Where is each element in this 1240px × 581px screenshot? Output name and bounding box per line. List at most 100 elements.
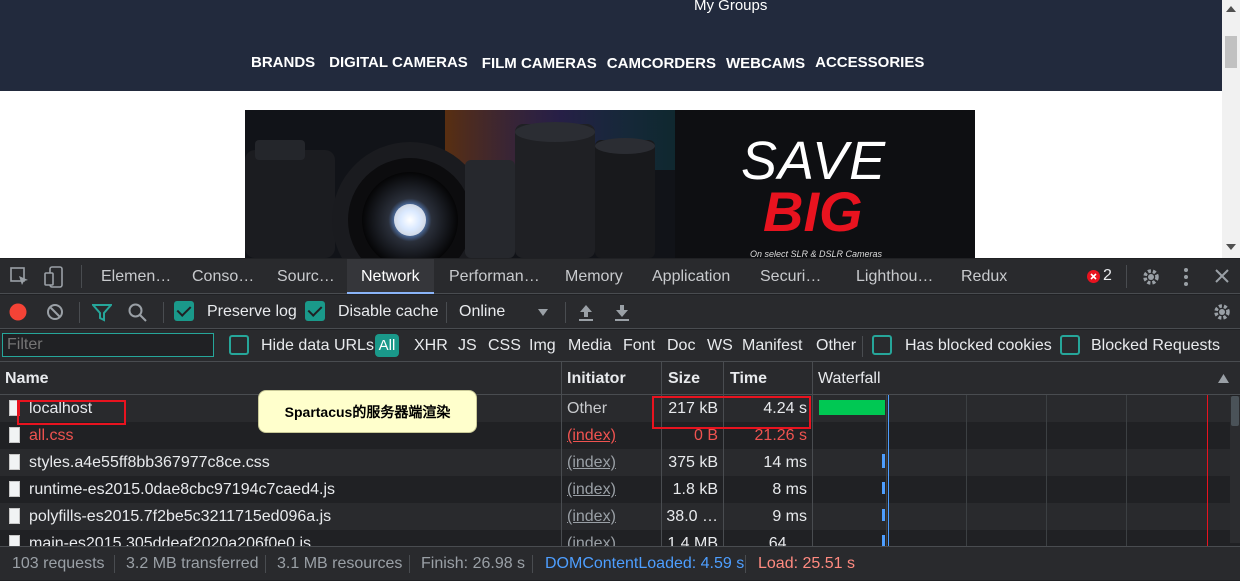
type-filter-manifest[interactable]: Manifest xyxy=(742,337,802,355)
type-filter-doc[interactable]: Doc xyxy=(667,337,695,355)
tab-redux[interactable]: Redux xyxy=(961,259,1007,294)
disable-cache-label[interactable]: Disable cache xyxy=(338,303,439,321)
type-filter-all[interactable]: All xyxy=(375,334,399,357)
has-blocked-cookies-label[interactable]: Has blocked cookies xyxy=(905,337,1052,355)
type-filter-js[interactable]: JS xyxy=(458,337,477,355)
file-icon xyxy=(9,535,20,546)
cell-initiator[interactable]: (index) xyxy=(567,449,655,476)
disable-cache-checkbox[interactable] xyxy=(305,301,325,321)
network-settings-gear-icon[interactable] xyxy=(1212,302,1232,322)
waterfall-gridline xyxy=(966,395,967,546)
nav-digital-cameras[interactable]: DIGITAL CAMERAS xyxy=(329,54,468,71)
blocked-requests-label[interactable]: Blocked Requests xyxy=(1091,337,1220,355)
blocked-requests-checkbox[interactable] xyxy=(1060,335,1080,355)
dropdown-caret-icon[interactable] xyxy=(538,309,548,316)
network-status-bar: 103 requests 3.2 MB transferred 3.1 MB r… xyxy=(0,546,1240,580)
banner-subline: On select SLR & DSLR Cameras xyxy=(750,249,883,258)
tab-sources[interactable]: Sourc… xyxy=(277,259,335,294)
type-filter-font[interactable]: Font xyxy=(623,337,655,355)
filter-funnel-icon[interactable] xyxy=(92,304,112,322)
cell-initiator[interactable]: (index) xyxy=(567,476,655,503)
has-blocked-cookies-checkbox[interactable] xyxy=(872,335,892,355)
status-separator xyxy=(114,555,115,573)
table-scrollbar[interactable] xyxy=(1230,396,1240,543)
annotation-highlight-localhost xyxy=(17,400,126,425)
more-options-icon[interactable] xyxy=(1183,267,1189,287)
table-row[interactable]: runtime-es2015.0dae8cbc97194c7caed4.js (i… xyxy=(0,476,812,503)
tab-lighthouse[interactable]: Lighthou… xyxy=(856,259,933,294)
nav-brands[interactable]: BRANDS xyxy=(251,54,315,71)
my-groups-link[interactable]: My Groups xyxy=(694,0,767,14)
table-row[interactable]: polyfills-es2015.7f2be5c3211715ed096a.js… xyxy=(0,503,812,530)
error-icon[interactable] xyxy=(1087,270,1100,283)
table-row[interactable]: styles.a4e55ff8bb367977c8ce.css (index) 37… xyxy=(0,449,812,476)
settings-gear-icon[interactable] xyxy=(1141,267,1161,287)
clear-icon[interactable] xyxy=(46,303,64,321)
error-count[interactable]: 2 xyxy=(1103,267,1112,285)
throttling-select[interactable]: Online xyxy=(459,303,505,321)
page-scrollbar[interactable] xyxy=(1222,0,1240,258)
cell-initiator[interactable]: (index) xyxy=(567,530,655,546)
tab-network[interactable]: Network xyxy=(347,259,434,294)
table-row[interactable]: main-es2015.305ddeaf2020a206f0e0.js (inde… xyxy=(0,530,812,546)
waterfall-row xyxy=(813,449,1230,476)
hide-data-urls-checkbox[interactable] xyxy=(229,335,249,355)
cell-initiator[interactable]: (index) xyxy=(567,422,655,449)
cell-name: runtime-es2015.0dae8cbc97194c7caed4.js xyxy=(29,481,335,498)
cell-size: 375 kB xyxy=(668,454,718,471)
nav-accessories[interactable]: ACCESSORIES xyxy=(815,54,924,71)
type-filter-media[interactable]: Media xyxy=(568,337,612,355)
tab-performance[interactable]: Performan… xyxy=(449,259,540,294)
resources-size: 3.1 MB resources xyxy=(277,555,403,572)
column-divider xyxy=(661,362,662,546)
sort-ascending-icon[interactable] xyxy=(1218,374,1229,383)
annotation-callout: Spartacus的服务器端渲染 xyxy=(258,390,477,433)
inspect-element-icon[interactable] xyxy=(10,267,30,287)
cell-size: 1.8 kB xyxy=(672,481,718,498)
search-icon[interactable] xyxy=(128,303,147,322)
file-icon xyxy=(9,427,20,443)
page-scrollbar-thumb[interactable] xyxy=(1225,36,1237,68)
nav-webcams[interactable]: WEBCAMS xyxy=(726,55,805,72)
devtools-panel: Elemen… Conso… Sourc… Network Performan…… xyxy=(0,259,1240,580)
tab-application[interactable]: Application xyxy=(652,259,730,294)
hide-data-urls-label[interactable]: Hide data URLs xyxy=(261,337,374,355)
requests-table: Name Initiator Size Time Waterfall local… xyxy=(0,362,1240,546)
tab-security[interactable]: Securi… xyxy=(760,259,821,294)
type-filter-img[interactable]: Img xyxy=(529,337,556,355)
device-toolbar-icon[interactable] xyxy=(44,266,64,288)
waterfall-bar xyxy=(819,400,885,415)
import-har-icon[interactable] xyxy=(578,304,594,321)
waterfall-bar xyxy=(882,535,885,546)
request-count: 103 requests xyxy=(12,555,105,572)
scroll-down-icon[interactable] xyxy=(1226,244,1236,250)
banner-headline-big: BIG xyxy=(763,180,863,243)
table-scrollbar-thumb[interactable] xyxy=(1231,396,1239,426)
preserve-log-checkbox[interactable] xyxy=(174,301,194,321)
preserve-log-label[interactable]: Preserve log xyxy=(207,303,297,321)
type-filter-css[interactable]: CSS xyxy=(488,337,521,355)
type-filter-xhr[interactable]: XHR xyxy=(414,337,448,355)
nav-film-cameras[interactable]: FILM CAMERAS xyxy=(482,55,597,72)
export-har-icon[interactable] xyxy=(614,304,630,321)
type-filter-ws[interactable]: WS xyxy=(707,337,733,355)
cell-initiator: Other xyxy=(567,400,608,417)
waterfall-bar xyxy=(882,482,885,494)
cell-initiator[interactable]: (index) xyxy=(567,503,655,530)
column-divider xyxy=(561,362,562,546)
tab-memory[interactable]: Memory xyxy=(565,259,623,294)
tab-elements[interactable]: Elemen… xyxy=(101,259,171,294)
waterfall-row xyxy=(813,476,1230,503)
record-icon[interactable] xyxy=(9,303,27,321)
filter-input[interactable] xyxy=(2,333,214,357)
network-toolbar: Preserve log Disable cache Online xyxy=(0,295,1240,329)
close-devtools-icon[interactable] xyxy=(1215,269,1229,283)
scroll-up-icon[interactable] xyxy=(1226,6,1236,12)
nav-camcorders[interactable]: CAMCORDERS xyxy=(607,55,716,72)
tab-console[interactable]: Conso… xyxy=(192,259,254,294)
waterfall-gridline xyxy=(1126,395,1127,546)
type-filter-other[interactable]: Other xyxy=(816,337,856,355)
waterfall-row xyxy=(813,422,1230,449)
column-header-waterfall[interactable]: Waterfall xyxy=(818,362,881,395)
cell-size: 1.4 MB xyxy=(667,535,718,546)
